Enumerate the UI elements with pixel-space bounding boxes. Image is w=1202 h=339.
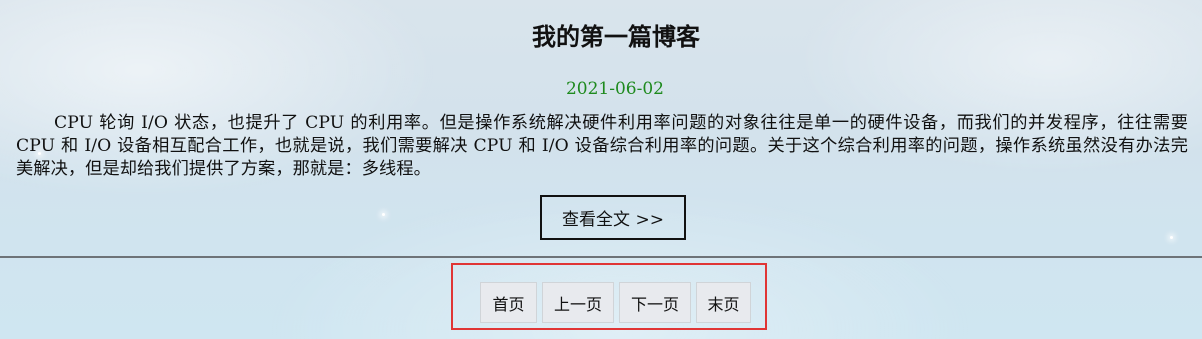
next-page-button[interactable]: 下一页 (619, 282, 691, 323)
prev-page-button[interactable]: 上一页 (542, 282, 614, 323)
background-sparkle (1170, 236, 1173, 239)
last-page-button[interactable]: 末页 (696, 282, 751, 323)
post-title: 我的第一篇博客 (532, 22, 700, 51)
background-sparkle (382, 213, 385, 216)
pagination: 首页 上一页 下一页 末页 (451, 263, 767, 330)
divider (0, 256, 1202, 258)
post-date: 2021-06-02 (565, 79, 664, 99)
read-more-button[interactable]: 查看全文 >> (540, 195, 686, 240)
post-excerpt: CPU 轮询 I/O 状态，也提升了 CPU 的利用率。但是操作系统解决硬件利用… (16, 113, 1188, 179)
first-page-button[interactable]: 首页 (480, 282, 537, 323)
